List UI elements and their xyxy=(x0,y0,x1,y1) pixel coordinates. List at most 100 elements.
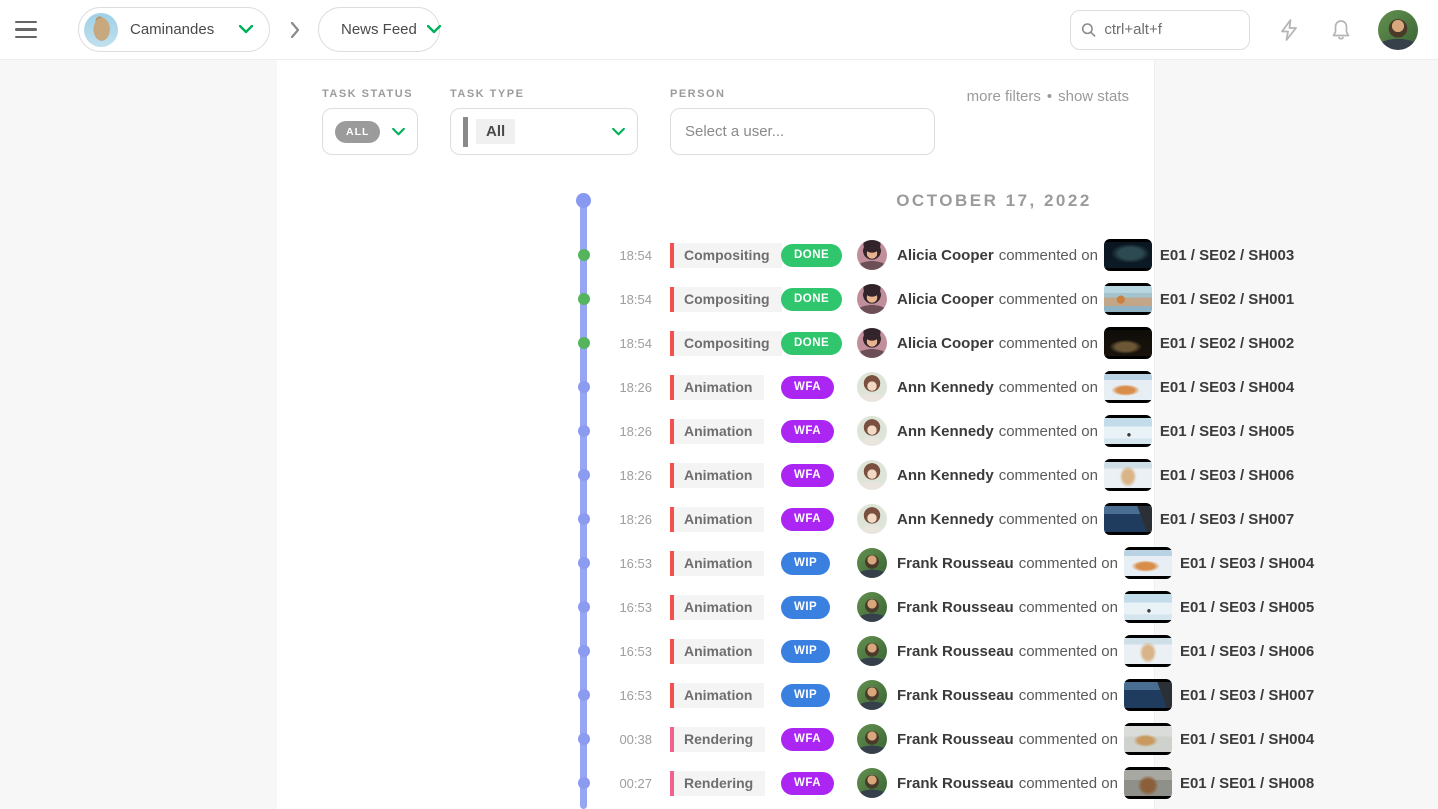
link-separator: • xyxy=(1047,88,1052,105)
commented-text: commented on xyxy=(999,291,1098,308)
task-type-chip[interactable]: Animation xyxy=(670,507,764,532)
feed-entry: 00:38 Rendering WFA Frank Rousseau comme… xyxy=(277,717,1154,761)
commented-text: commented on xyxy=(999,423,1098,440)
shot-thumbnail[interactable] xyxy=(1124,547,1172,579)
task-type-name: Compositing xyxy=(674,287,782,312)
user-avatar[interactable] xyxy=(1378,10,1418,50)
shot-thumbnail[interactable] xyxy=(1124,723,1172,755)
entry-time: 00:38 xyxy=(612,732,652,747)
person-name[interactable]: Frank Rousseau xyxy=(897,643,1014,660)
menu-icon[interactable] xyxy=(4,8,48,52)
shot-thumbnail[interactable] xyxy=(1104,327,1152,359)
task-type-chip[interactable]: Animation xyxy=(670,595,764,620)
shot-thumbnail[interactable] xyxy=(1104,283,1152,315)
person-avatar xyxy=(857,372,887,402)
commented-text: commented on xyxy=(1019,555,1118,572)
entity-name[interactable]: E01 / SE03 / SH007 xyxy=(1160,511,1294,528)
person-avatar xyxy=(857,460,887,490)
person-avatar xyxy=(857,548,887,578)
task-type-chip[interactable]: Animation xyxy=(670,463,764,488)
task-type-chip[interactable]: Animation xyxy=(670,683,764,708)
chevron-down-icon xyxy=(427,25,441,34)
shot-thumbnail[interactable] xyxy=(1124,635,1172,667)
feed-entry: 18:26 Animation WFA Ann Kennedy commente… xyxy=(277,365,1154,409)
entity-name[interactable]: E01 / SE02 / SH003 xyxy=(1160,247,1294,264)
timeline-dot xyxy=(578,601,590,613)
shot-thumbnail[interactable] xyxy=(1104,371,1152,403)
task-type-chip[interactable]: Compositing xyxy=(670,331,782,356)
entity-name[interactable]: E01 / SE03 / SH005 xyxy=(1160,423,1294,440)
commented-text: commented on xyxy=(999,247,1098,264)
entity-name[interactable]: E01 / SE03 / SH006 xyxy=(1160,467,1294,484)
bell-icon[interactable] xyxy=(1328,17,1354,43)
task-status-select[interactable]: ALL xyxy=(322,108,418,155)
task-type-name: Animation xyxy=(674,375,764,400)
task-type-chip[interactable]: Rendering xyxy=(670,727,765,752)
person-filter: PERSON xyxy=(670,88,935,155)
feed-entry: 18:54 Compositing DONE Alicia Cooper com… xyxy=(277,233,1154,277)
person-name[interactable]: Frank Rousseau xyxy=(897,599,1014,616)
entity-name[interactable]: E01 / SE03 / SH007 xyxy=(1180,687,1314,704)
person-name[interactable]: Frank Rousseau xyxy=(897,555,1014,572)
task-type-filter: TASK TYPE All xyxy=(450,88,638,155)
task-type-name: Compositing xyxy=(674,243,782,268)
more-filters-link[interactable]: more filters xyxy=(967,88,1041,105)
project-selector[interactable]: Caminandes xyxy=(78,7,270,52)
entity-name[interactable]: E01 / SE03 / SH004 xyxy=(1180,555,1314,572)
entity-name[interactable]: E01 / SE01 / SH004 xyxy=(1180,731,1314,748)
person-select-input[interactable] xyxy=(670,108,935,155)
person-name[interactable]: Ann Kennedy xyxy=(897,467,994,484)
person-avatar xyxy=(857,328,887,358)
task-type-chip[interactable]: Animation xyxy=(670,551,764,576)
commented-text: commented on xyxy=(1019,775,1118,792)
entity-name[interactable]: E01 / SE03 / SH004 xyxy=(1160,379,1294,396)
task-type-color-bar xyxy=(463,117,468,147)
commented-text: commented on xyxy=(1019,731,1118,748)
entity-name[interactable]: E01 / SE02 / SH002 xyxy=(1160,335,1294,352)
person-name[interactable]: Alicia Cooper xyxy=(897,335,994,352)
person-name[interactable]: Ann Kennedy xyxy=(897,379,994,396)
commented-text: commented on xyxy=(1019,643,1118,660)
shot-thumbnail[interactable] xyxy=(1104,503,1152,535)
show-stats-link[interactable]: show stats xyxy=(1058,88,1129,105)
topbar: Caminandes News Feed xyxy=(0,0,1438,60)
entity-name[interactable]: E01 / SE03 / SH005 xyxy=(1180,599,1314,616)
feed-entry: 18:54 Compositing DONE Alicia Cooper com… xyxy=(277,277,1154,321)
entity-name[interactable]: E01 / SE01 / SH008 xyxy=(1180,775,1314,792)
status-badge: DONE xyxy=(781,244,842,267)
search-input[interactable] xyxy=(1104,21,1239,38)
section-selector[interactable]: News Feed xyxy=(318,7,440,52)
status-badge: DONE xyxy=(781,332,842,355)
task-type-chip[interactable]: Animation xyxy=(670,419,764,444)
flash-icon[interactable] xyxy=(1276,17,1302,43)
entry-time: 18:54 xyxy=(612,248,652,263)
person-name[interactable]: Ann Kennedy xyxy=(897,423,994,440)
task-type-name: Animation xyxy=(674,595,764,620)
person-name[interactable]: Frank Rousseau xyxy=(897,775,1014,792)
task-type-chip[interactable]: Animation xyxy=(670,375,764,400)
person-name[interactable]: Frank Rousseau xyxy=(897,687,1014,704)
commented-text: commented on xyxy=(999,511,1098,528)
person-name[interactable]: Alicia Cooper xyxy=(897,247,994,264)
task-type-chip[interactable]: Compositing xyxy=(670,287,782,312)
shot-thumbnail[interactable] xyxy=(1104,459,1152,491)
task-type-chip[interactable]: Animation xyxy=(670,639,764,664)
task-type-chip[interactable]: Compositing xyxy=(670,243,782,268)
shot-thumbnail[interactable] xyxy=(1124,679,1172,711)
person-avatar xyxy=(857,416,887,446)
person-avatar xyxy=(857,680,887,710)
person-name[interactable]: Ann Kennedy xyxy=(897,511,994,528)
task-type-name: Rendering xyxy=(674,771,765,796)
shot-thumbnail[interactable] xyxy=(1124,591,1172,623)
person-name[interactable]: Frank Rousseau xyxy=(897,731,1014,748)
shot-thumbnail[interactable] xyxy=(1104,239,1152,271)
task-type-chip[interactable]: Rendering xyxy=(670,771,765,796)
task-type-select[interactable]: All xyxy=(450,108,638,155)
person-name[interactable]: Alicia Cooper xyxy=(897,291,994,308)
breadcrumb-chevron-icon[interactable] xyxy=(290,22,300,38)
shot-thumbnail[interactable] xyxy=(1124,767,1172,799)
entity-name[interactable]: E01 / SE03 / SH006 xyxy=(1180,643,1314,660)
shot-thumbnail[interactable] xyxy=(1104,415,1152,447)
project-name: Caminandes xyxy=(130,21,229,38)
entity-name[interactable]: E01 / SE02 / SH001 xyxy=(1160,291,1294,308)
